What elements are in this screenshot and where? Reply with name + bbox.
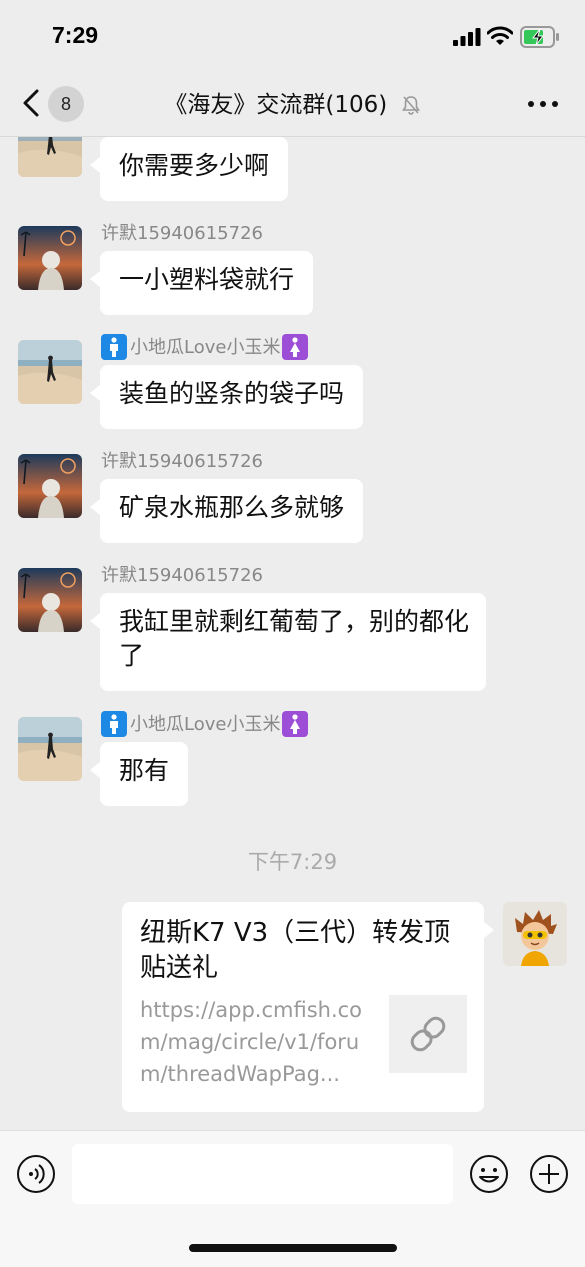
input-bar <box>0 1130 585 1267</box>
chat-header: 8 《海友》交流群(106) <box>0 74 585 137</box>
link-thumbnail <box>389 995 467 1073</box>
link-card-title: 纽斯K7 V3（三代）转发顶贴送礼 <box>140 918 451 983</box>
message-timestamp: 下午7:29 <box>247 850 338 874</box>
message-bubble[interactable]: 矿泉水瓶那么多就够 <box>89 479 364 543</box>
avatar[interactable] <box>18 717 82 781</box>
plus-icon[interactable] <box>529 1154 569 1194</box>
chat-title-wrapper: 《海友》交流群(106) <box>0 86 585 123</box>
avatar[interactable] <box>18 454 82 518</box>
sender-name: 许默15940615726 <box>101 565 263 586</box>
woman-symbol-icon <box>282 711 309 737</box>
ellipsis-icon[interactable] <box>526 96 560 112</box>
sender-name: 许默15940615726 <box>101 451 263 472</box>
cellular-signal-icon <box>453 28 481 46</box>
status-time: 7:29 <box>52 22 99 48</box>
woman-symbol-icon <box>282 334 309 360</box>
my-avatar[interactable] <box>503 902 567 966</box>
home-indicator[interactable] <box>189 1244 397 1252</box>
link-icon <box>410 1016 446 1052</box>
avatar[interactable] <box>18 226 82 290</box>
chat-title[interactable]: 《海友》交流群(106) <box>164 87 387 123</box>
link-card[interactable]: 纽斯K7 V3（三代）转发顶贴送礼 https://app.cmfish.com… <box>122 902 494 1112</box>
sender-name-text: 小地瓜Love小玉米 <box>130 714 281 735</box>
sender-name: 小地瓜Love小玉米 <box>101 334 311 362</box>
avatar[interactable] <box>18 568 82 632</box>
man-symbol-icon <box>101 711 127 737</box>
link-card-url: https://app.cmfish.com/mag/circle/v1/for… <box>140 998 363 1086</box>
avatar[interactable] <box>18 340 82 404</box>
message-bubble[interactable]: 你需要多少啊 <box>89 137 289 201</box>
message-bubble[interactable]: 我缸里就剩红葡萄了，别的都化了 <box>90 593 486 691</box>
message-list[interactable]: 你需要多少啊 许默15940615726 一小塑料袋就行 小地瓜Love小玉米 … <box>0 137 585 1130</box>
battery-icon <box>520 26 559 48</box>
message-bubble[interactable]: 那有 <box>89 742 189 806</box>
emoji-icon[interactable] <box>469 1154 509 1194</box>
sender-name: 许默15940615726 <box>101 223 263 244</box>
message-bubble[interactable]: 一小塑料袋就行 <box>89 251 314 315</box>
voice-icon[interactable] <box>16 1154 56 1194</box>
wifi-icon <box>487 26 513 45</box>
sender-name: 小地瓜Love小玉米 <box>101 711 311 739</box>
man-symbol-icon <box>101 334 127 360</box>
status-bar: 7:29 <box>0 0 585 74</box>
avatar[interactable] <box>18 137 82 177</box>
message-bubble[interactable]: 装鱼的竖条的袋子吗 <box>89 365 364 429</box>
message-input[interactable] <box>72 1144 453 1204</box>
bell-muted-icon <box>401 95 420 115</box>
sender-name-text: 小地瓜Love小玉米 <box>130 337 281 358</box>
